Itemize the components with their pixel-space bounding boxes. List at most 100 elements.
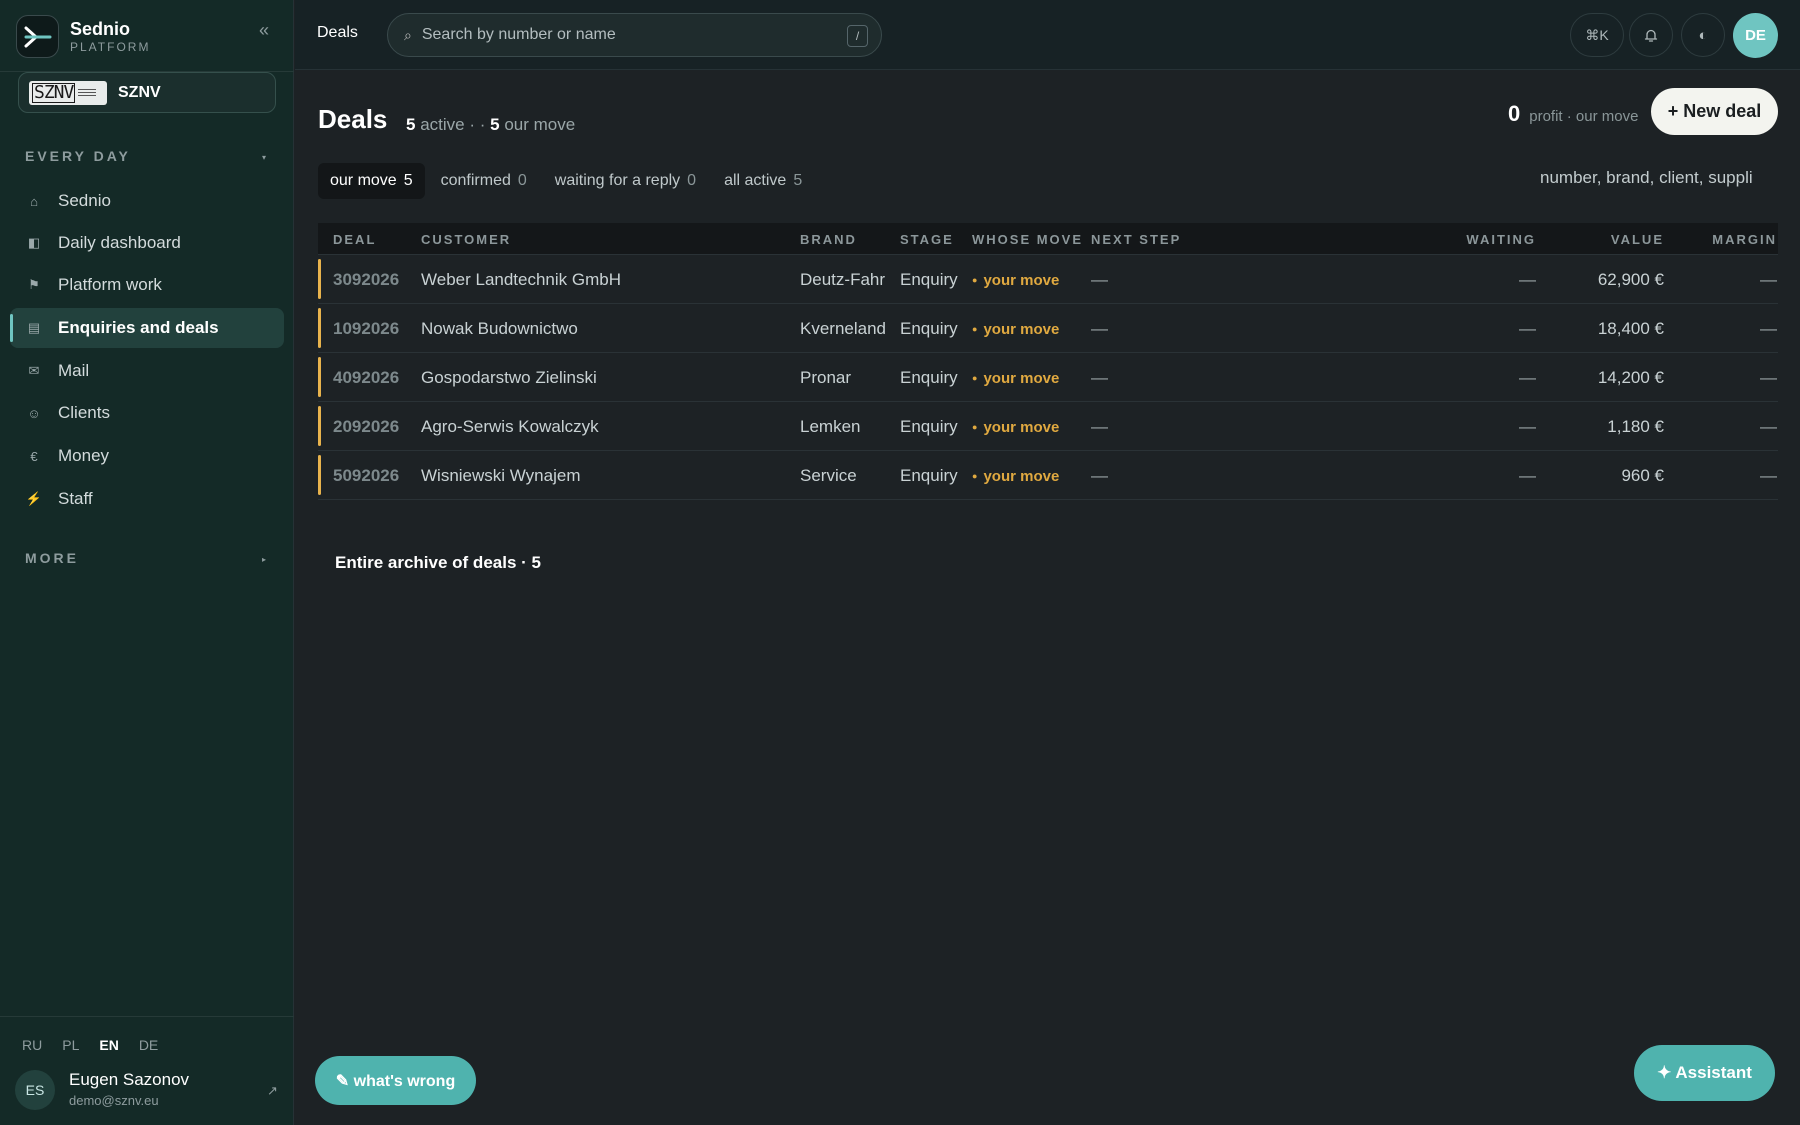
sidebar-item-money[interactable]: € Money (10, 436, 284, 476)
column-header-next-step[interactable]: NEXT STEP (1091, 232, 1181, 247)
sidebar-item-label: Sednio (58, 191, 111, 210)
sidebar-item-staff[interactable]: ⚡ Staff (10, 479, 284, 519)
open-profile-icon[interactable]: ↗ (267, 1083, 278, 1099)
org-switcher[interactable]: SZNV SZNV (18, 72, 276, 113)
cell-deal[interactable]: 1092026 (333, 319, 399, 339)
profit-summary: 0 profit · our move (1508, 101, 1638, 127)
flag-icon: ⚑ (28, 277, 40, 292)
sidebar-item-mail[interactable]: ✉ Mail (10, 351, 284, 391)
filter-tab-our-move[interactable]: our move 5 (318, 163, 425, 199)
section-more-caret-icon[interactable]: ▸ (262, 555, 266, 564)
org-logo: SZNV (29, 80, 107, 105)
user-email: demo@sznv.eu (69, 1093, 159, 1108)
collapse-sidebar-icon[interactable]: « (259, 20, 269, 41)
cell-whose-move: your move (972, 419, 1059, 436)
assistant-button[interactable]: ✦ Assistant (1634, 1045, 1775, 1101)
column-header-deal[interactable]: DEAL (333, 232, 376, 247)
filter-tab-label: our move (330, 172, 397, 189)
active-count: 5 (406, 115, 416, 134)
theme-toggle-icon[interactable]: ◐ (1681, 13, 1725, 57)
sidebar-item-sednio[interactable]: ⌂ Sednio (10, 181, 284, 221)
table-row[interactable]: 1092026 Nowak Budownictwo Kverneland Enquir… (318, 304, 1778, 353)
cell-waiting: — (1519, 466, 1536, 485)
sidebar-item-platform-work[interactable]: ⚑ Platform work (10, 265, 284, 305)
account-avatar[interactable]: DE (1733, 13, 1778, 58)
user-avatar: ES (15, 1070, 55, 1110)
table-filter-input[interactable] (1540, 168, 1766, 188)
page-title: Deals (318, 104, 388, 134)
sidebar-item-label: Daily dashboard (58, 233, 181, 252)
column-header-stage[interactable]: STAGE (900, 232, 954, 247)
user-info: Eugen Sazonov demo@sznv.eu (69, 1069, 189, 1111)
new-deal-button[interactable]: + New deal (1651, 88, 1778, 135)
sidebar-item-label: Enquiries and deals (58, 318, 219, 337)
language-option-pl[interactable]: PL (62, 1037, 79, 1053)
cell-stage: Enquiry (900, 368, 958, 387)
cell-customer: Weber Landtechnik GmbH (421, 270, 622, 289)
cell-brand: Service (800, 466, 857, 485)
cell-margin: — (1760, 270, 1777, 289)
language-option-de[interactable]: DE (139, 1037, 158, 1053)
cell-next-step: — (1091, 368, 1108, 387)
section-everyday-caret-icon[interactable]: ▾ (262, 153, 266, 162)
column-header-brand[interactable]: BRAND (800, 232, 857, 247)
cell-stage: Enquiry (900, 319, 958, 338)
cell-whose-move: your move (972, 370, 1059, 387)
notifications-bell-icon[interactable] (1629, 13, 1673, 57)
language-option-en[interactable]: EN (99, 1037, 118, 1053)
user-profile[interactable]: ES Eugen Sazonov demo@sznv.eu (15, 1069, 189, 1111)
lightning-icon: ⚡ (25, 491, 43, 506)
sidebar-item-clients[interactable]: ☺ Clients (10, 393, 284, 433)
table-header: DEAL CUSTOMER BRAND STAGE WHOSE MOVE NEXT STE… (318, 223, 1778, 255)
cell-value: 1,180 € (1607, 417, 1664, 436)
cell-customer: Gospodarstwo Zielinski (421, 368, 597, 387)
whats-wrong-button[interactable]: ✎ what's wrong (315, 1056, 476, 1105)
column-header-waiting[interactable]: WAITING (1466, 232, 1536, 247)
column-header-value[interactable]: VALUE (1611, 232, 1664, 247)
sidebar-item-enquiries-and-deals[interactable]: ▤ Enquiries and deals (10, 308, 284, 348)
filter-tab-waiting-for-a-reply[interactable]: waiting for a reply 0 (543, 163, 708, 199)
filter-tab-count: 0 (687, 172, 697, 189)
search-input[interactable] (421, 26, 842, 44)
column-header-margin[interactable]: MARGIN (1712, 232, 1777, 247)
cell-deal[interactable]: 4092026 (333, 368, 399, 388)
cell-customer: Wisniewski Wynajem (421, 466, 581, 485)
sidebar-item-label: Money (58, 446, 110, 465)
search-box[interactable]: ⌕ / (387, 13, 882, 57)
archive-link[interactable]: Entire archive of deals · 5 (335, 553, 541, 573)
cell-waiting: — (1519, 417, 1536, 436)
filter-tab-all-active[interactable]: all active 5 (712, 163, 814, 199)
cell-next-step: — (1091, 417, 1108, 436)
filter-tab-label: confirmed (440, 172, 511, 189)
topbar: Deals ⌕ / ⌘K ◐ (295, 0, 1800, 70)
sidebar-item-label: Mail (58, 361, 90, 380)
section-everyday-label[interactable]: EVERY DAY (25, 148, 131, 164)
cell-next-step: — (1091, 466, 1108, 485)
org-logo-mark: SZNV (32, 81, 76, 103)
table-row[interactable]: 5092026 Wisniewski Wynajem Service Enquiry y… (318, 451, 1778, 500)
table-row[interactable]: 2092026 Agro-Serwis Kowalczyk Lemken Enquir… (318, 402, 1778, 451)
table-row[interactable]: 3092026 Weber Landtechnik GmbH Deutz-Fahr E… (318, 255, 1778, 304)
breadcrumb[interactable]: Deals (317, 24, 358, 42)
app-subtitle: PLATFORM (70, 40, 151, 54)
section-more-label[interactable]: MORE (25, 550, 79, 566)
cell-deal[interactable]: 5092026 (333, 466, 399, 486)
cell-stage: Enquiry (900, 417, 958, 436)
our-move-label: our move (504, 115, 576, 134)
euro-icon: € (30, 448, 38, 464)
column-header-whose-move[interactable]: WHOSE MOVE (972, 232, 1083, 247)
filter-tab-confirmed[interactable]: confirmed 0 (429, 163, 539, 199)
sidebar-item-daily-dashboard[interactable]: ◧ Daily dashboard (10, 223, 284, 263)
filter-tabs: our move 5 confirmed 0 waiting for a reply 0 a… (318, 163, 818, 199)
profit-label: profit · our move (1529, 108, 1639, 125)
cell-stage: Enquiry (900, 466, 958, 485)
brand[interactable]: Sednio PLATFORM (16, 15, 150, 58)
cell-stage: Enquiry (900, 270, 958, 289)
language-option-ru[interactable]: RU (22, 1037, 42, 1053)
command-palette-button[interactable]: ⌘K (1570, 13, 1624, 57)
table-row[interactable]: 4092026 Gospodarstwo Zielinski Pronar Enqui… (318, 353, 1778, 402)
home-icon: ⌂ (30, 193, 38, 209)
cell-deal[interactable]: 3092026 (333, 270, 399, 290)
cell-deal[interactable]: 2092026 (333, 417, 399, 437)
column-header-customer[interactable]: CUSTOMER (421, 232, 511, 247)
